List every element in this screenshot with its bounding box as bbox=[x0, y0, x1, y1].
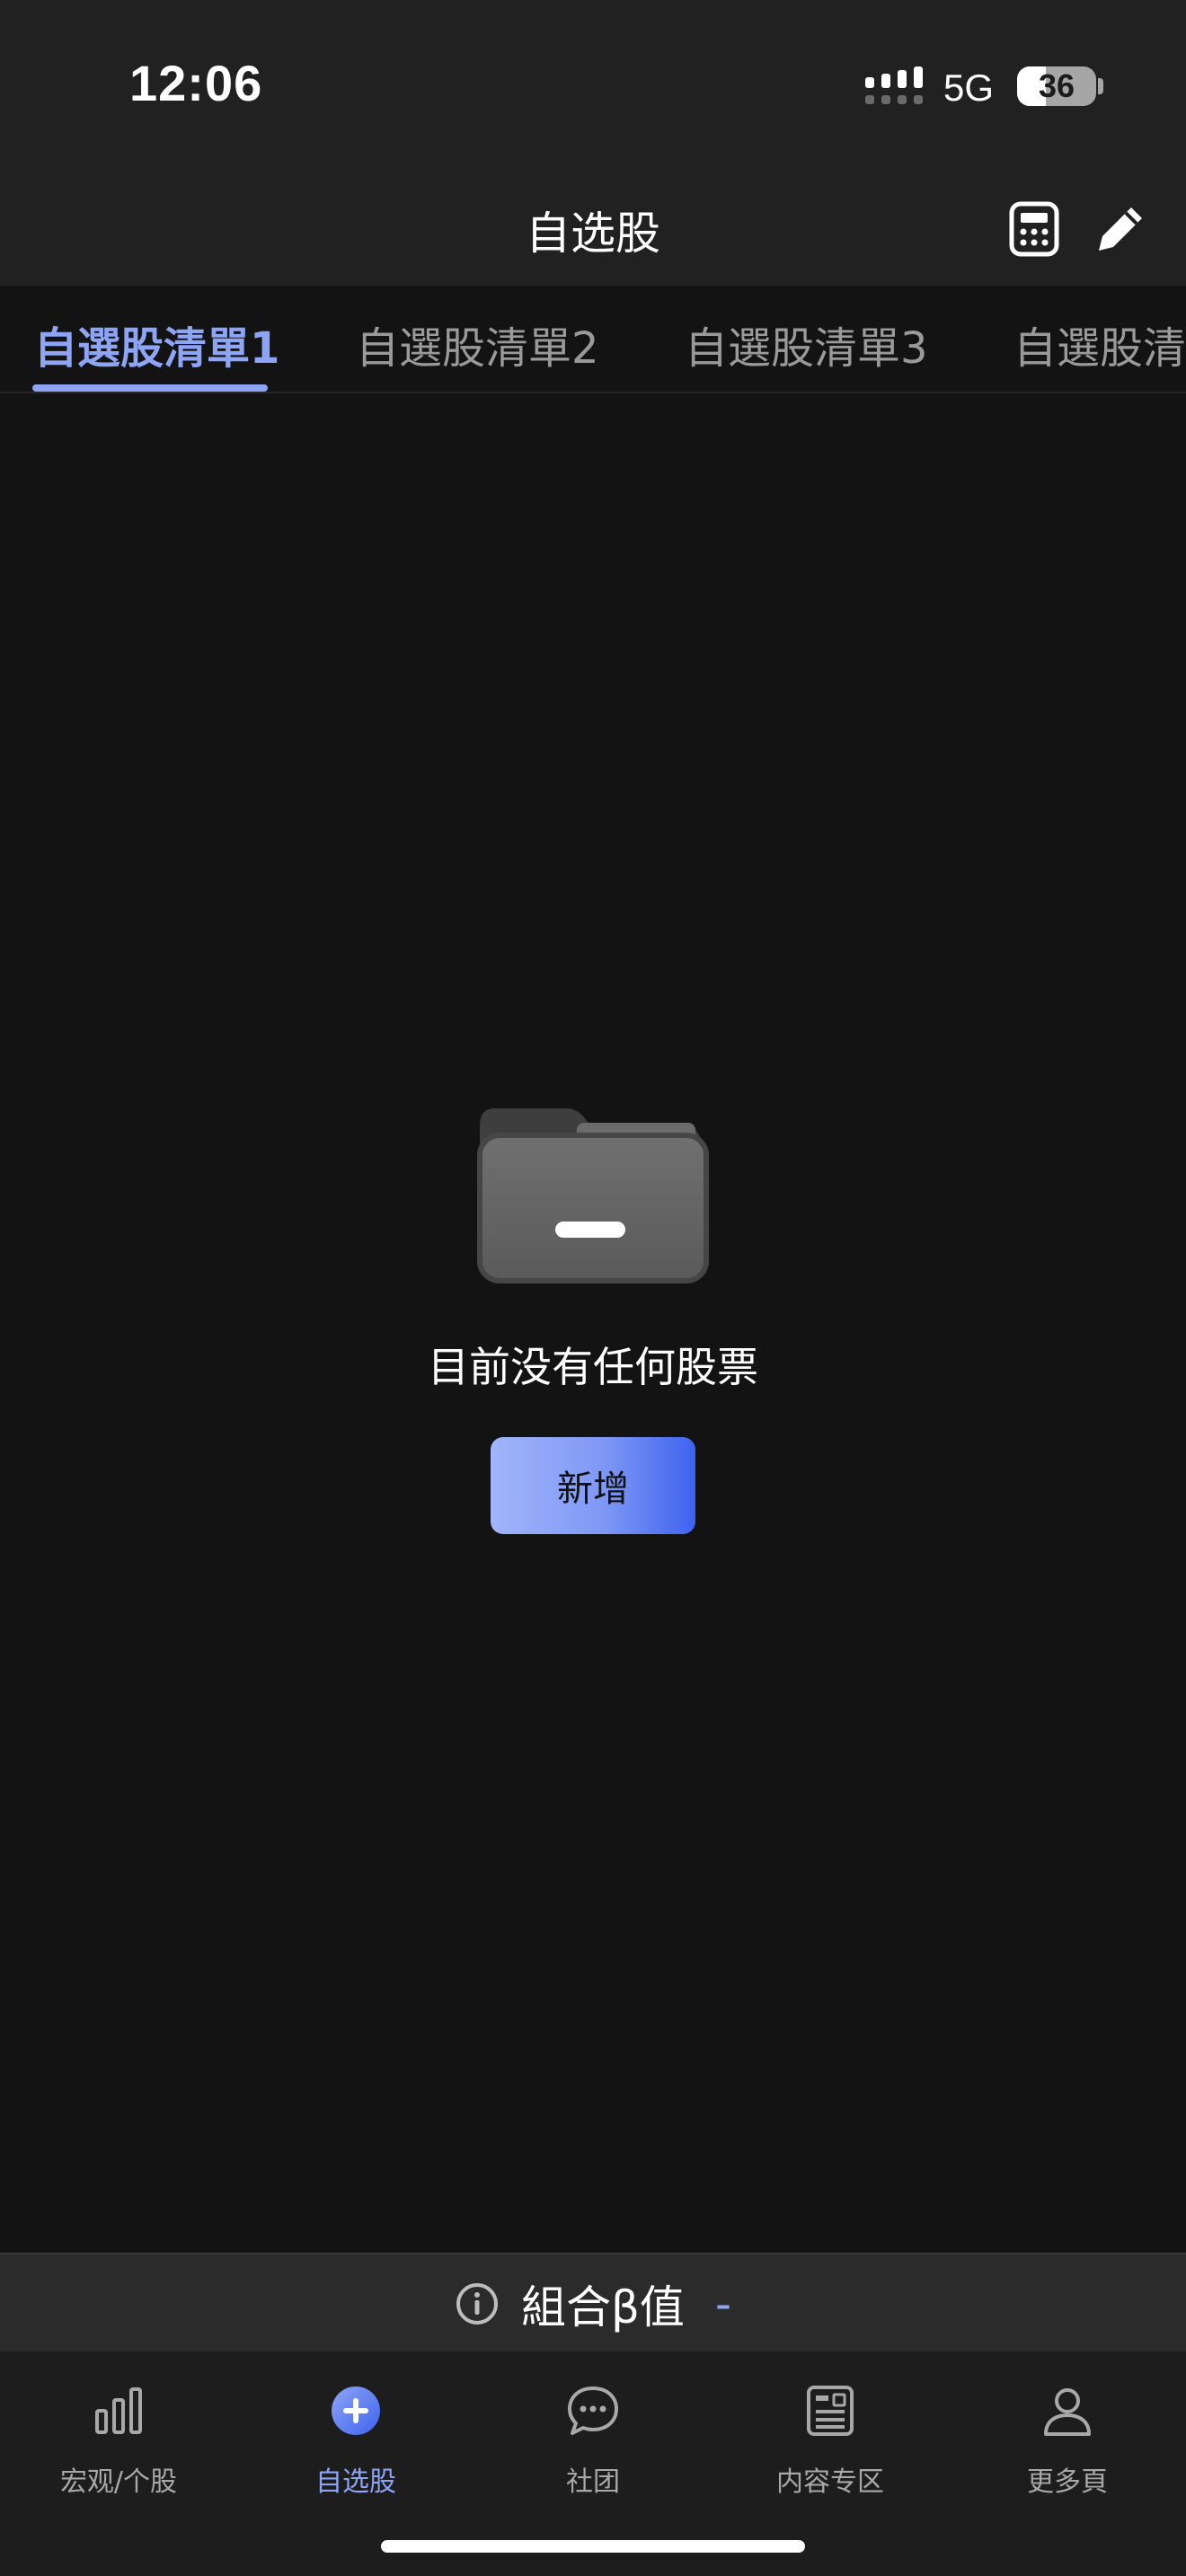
active-tab-indicator bbox=[32, 384, 268, 392]
network-type: 5G bbox=[943, 66, 995, 109]
nav-item-market[interactable]: 宏观/个股 bbox=[0, 2375, 237, 2510]
tab-watchlist-4[interactable]: 自選股清 bbox=[1013, 313, 1186, 375]
status-bar: 12:06 5G 36 bbox=[0, 0, 1186, 171]
calculator-icon bbox=[1009, 201, 1059, 257]
status-time: 12:06 bbox=[129, 55, 263, 111]
header: 自选股 bbox=[0, 171, 1186, 286]
portfolio-beta-bar[interactable]: 組合β值 - bbox=[0, 2253, 1186, 2351]
edit-button[interactable] bbox=[1089, 198, 1152, 260]
nav-label-market: 宏观/个股 bbox=[59, 2466, 178, 2498]
signal-icon bbox=[865, 66, 923, 104]
tab-watchlist-1[interactable]: 自選股清單1 bbox=[34, 313, 279, 375]
tab-watchlist-2[interactable]: 自選股清單2 bbox=[356, 313, 599, 375]
battery-cap bbox=[1098, 78, 1103, 94]
news-icon bbox=[807, 2386, 854, 2436]
nav-item-more[interactable]: 更多頁 bbox=[949, 2375, 1186, 2510]
nav-item-community[interactable]: 社团 bbox=[474, 2375, 712, 2510]
beta-value: - bbox=[714, 2278, 731, 2330]
tab-watchlist-3[interactable]: 自選股清單3 bbox=[685, 313, 928, 375]
nav-item-watchlist[interactable]: 自选股 bbox=[237, 2375, 474, 2510]
info-icon[interactable] bbox=[455, 2281, 500, 2326]
pencil-icon bbox=[1099, 207, 1142, 251]
nav-label-content: 内容专区 bbox=[776, 2466, 884, 2498]
watchlist-tabs: 自選股清單1 自選股清單2 自選股清單3 自選股清 bbox=[0, 286, 1186, 393]
add-stock-button[interactable]: 新增 bbox=[491, 1437, 695, 1534]
empty-message: 目前没有任何股票 bbox=[428, 1343, 758, 1391]
bar-chart-icon bbox=[95, 2387, 142, 2434]
beta-label: 組合β值 bbox=[521, 2281, 685, 2333]
nav-label-watchlist: 自选股 bbox=[315, 2466, 396, 2498]
battery-icon: 36 bbox=[1017, 66, 1096, 106]
home-indicator[interactable] bbox=[381, 2540, 805, 2553]
person-icon bbox=[1044, 2388, 1091, 2436]
nav-label-community: 社团 bbox=[566, 2466, 620, 2498]
nav-label-more: 更多頁 bbox=[1027, 2466, 1108, 2498]
beta-bar-content: 組合β值 - bbox=[0, 2254, 1186, 2353]
battery-level: 36 bbox=[1038, 67, 1075, 104]
nav-item-content[interactable]: 内容专区 bbox=[712, 2375, 949, 2510]
plus-circle-icon bbox=[332, 2386, 380, 2435]
calculator-button[interactable] bbox=[1003, 198, 1066, 260]
chat-bubble-icon bbox=[568, 2386, 618, 2435]
folder-icon bbox=[477, 1108, 709, 1284]
